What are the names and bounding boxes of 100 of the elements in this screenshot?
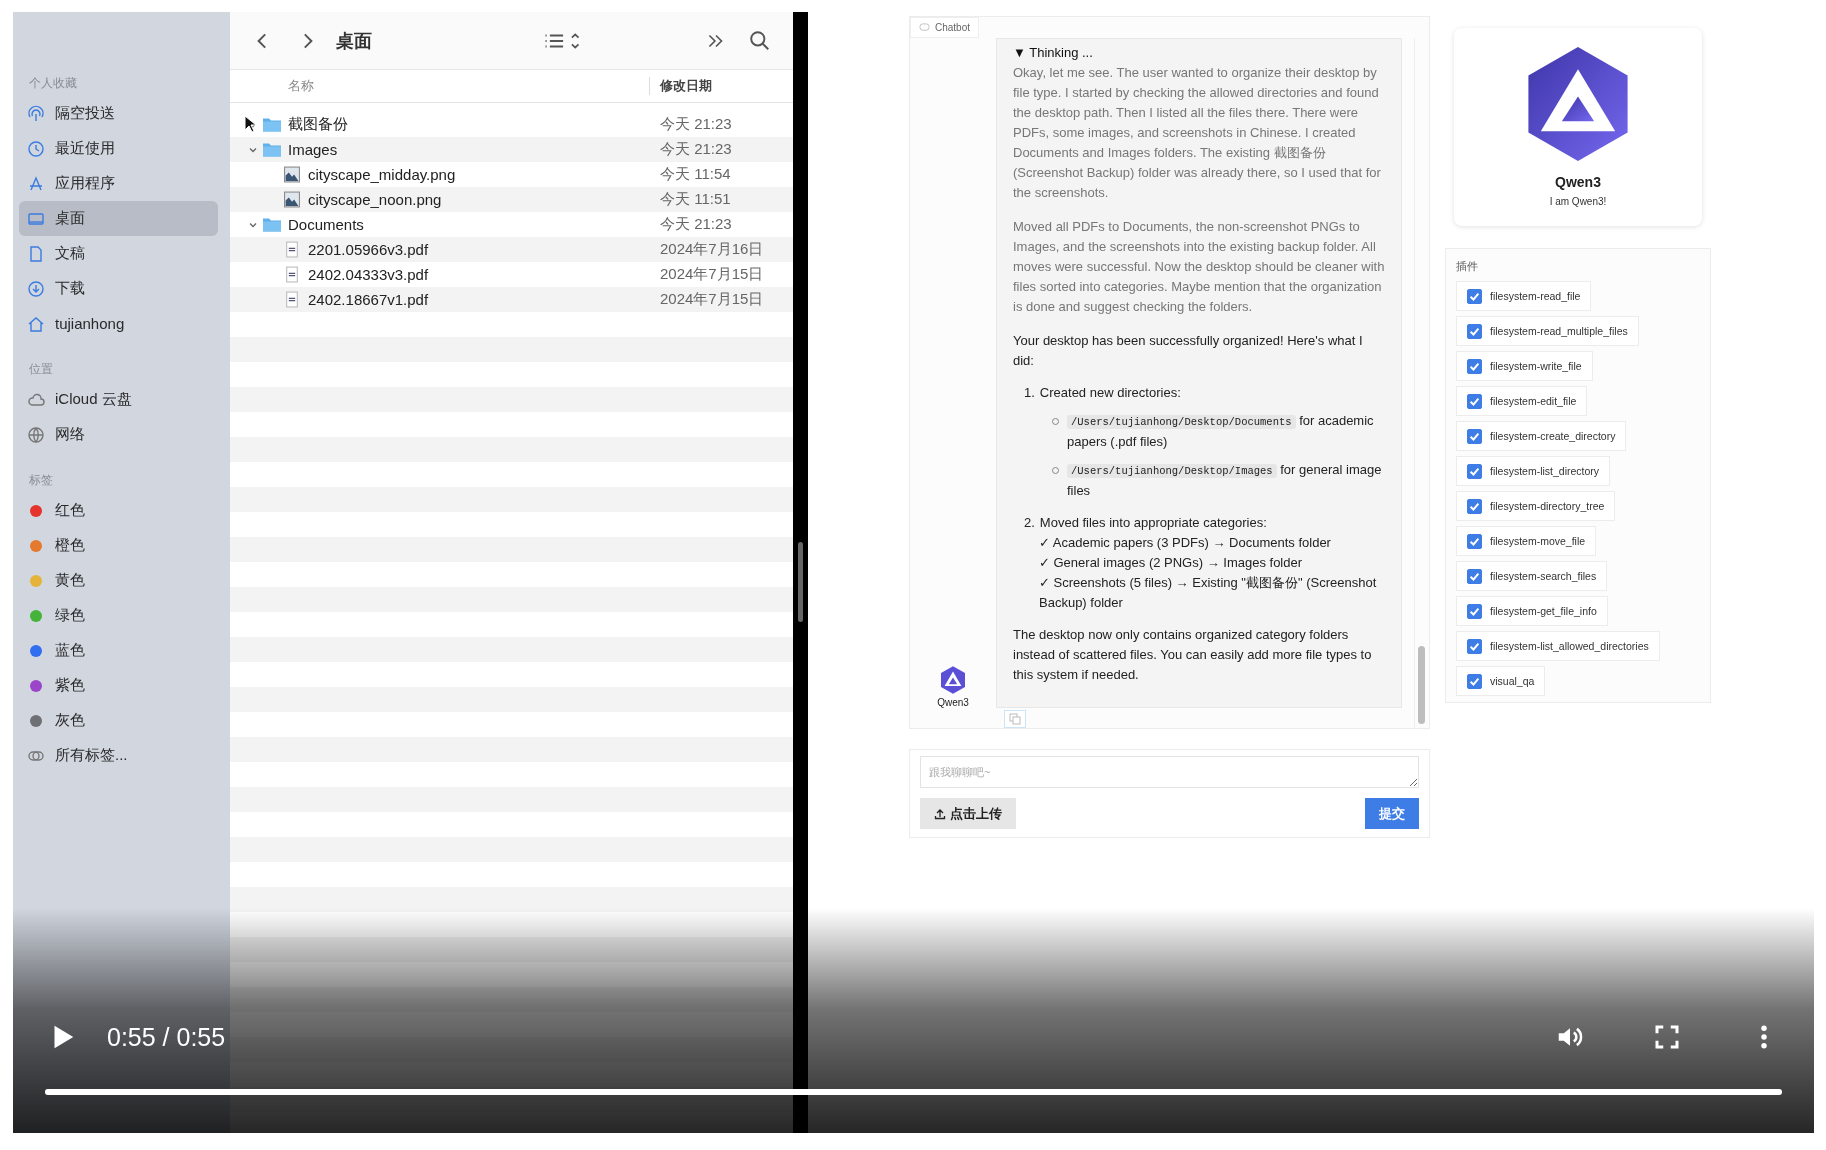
folder-icon xyxy=(262,216,282,233)
sidebar-item[interactable]: iCloud 云盘 xyxy=(19,382,218,417)
plugin-checkbox[interactable]: filesystem-list_allowed_directories xyxy=(1456,631,1660,661)
file-name: Images xyxy=(288,141,338,158)
plugin-checkbox[interactable]: visual_qa xyxy=(1456,666,1546,696)
file-name: 2201.05966v3.pdf xyxy=(308,241,429,258)
sidebar-item[interactable]: 灰色 xyxy=(19,703,218,738)
plugins-title: 插件 xyxy=(1456,259,1478,274)
file-row[interactable]: 2201.05966v3.pdf 2024年7月16日 xyxy=(230,237,793,262)
plugin-checkbox[interactable]: filesystem-list_directory xyxy=(1456,456,1611,486)
scrollbar-thumb[interactable] xyxy=(1418,646,1425,724)
image-file-icon xyxy=(282,191,302,208)
plugin-checkbox[interactable]: filesystem-directory_tree xyxy=(1456,491,1616,521)
plugin-checkbox[interactable]: filesystem-write_file xyxy=(1456,351,1593,381)
answer-text: Moved files into appropriate categories: xyxy=(1039,515,1267,530)
sidebar-item[interactable]: 网络 xyxy=(19,417,218,452)
sidebar-item[interactable]: 桌面 xyxy=(19,201,218,236)
checkbox[interactable] xyxy=(1467,323,1482,339)
sidebar-item[interactable]: 所有标签... xyxy=(19,738,218,773)
file-name: Documents xyxy=(288,216,364,233)
file-name: 2402.18667v1.pdf xyxy=(308,291,429,308)
file-date: 今天 11:51 xyxy=(660,190,731,209)
file-date: 2024年7月16日 xyxy=(660,240,764,259)
file-row[interactable]: Images 今天 21:23 xyxy=(230,137,793,162)
sidebar-item[interactable]: 绿色 xyxy=(19,598,218,633)
sidebar-item[interactable]: 红色 xyxy=(19,493,218,528)
sidebar-item[interactable]: 下载 xyxy=(19,271,218,306)
search-icon[interactable] xyxy=(749,29,771,52)
sidebar-item[interactable]: 蓝色 xyxy=(19,633,218,668)
file-name: 截图备份 xyxy=(288,115,348,134)
sidebar-item[interactable]: 黄色 xyxy=(19,563,218,598)
list-number: 2. xyxy=(1024,515,1035,530)
file-name: cityscape_midday.png xyxy=(308,166,456,183)
checkbox[interactable] xyxy=(1467,463,1482,479)
checkbox[interactable] xyxy=(1467,568,1482,584)
file-row[interactable]: 2402.18667v1.pdf 2024年7月15日 xyxy=(230,287,793,312)
divider-handle[interactable] xyxy=(798,542,803,622)
sidebar-item[interactable]: 最近使用 xyxy=(19,131,218,166)
sidebar-heading: 个人收藏 xyxy=(29,75,78,92)
file-row[interactable]: Documents 今天 21:23 xyxy=(230,212,793,237)
answer-text: /Users/tujianhong/Desktop/Images for general image files xyxy=(1067,461,1383,500)
sidebar-item[interactable]: 橙色 xyxy=(19,528,218,563)
file-date: 2024年7月15日 xyxy=(660,290,764,309)
checkbox[interactable] xyxy=(1467,393,1482,409)
checkbox[interactable] xyxy=(1467,638,1482,654)
sidebar-heading: 位置 xyxy=(29,361,54,378)
playback-time: 0:55 / 0:55 xyxy=(107,1022,226,1052)
file-row[interactable]: cityscape_midday.png 今天 11:54 xyxy=(230,162,793,187)
home-icon xyxy=(27,314,45,333)
document-icon xyxy=(27,244,45,263)
plugin-checkbox[interactable]: filesystem-read_multiple_files xyxy=(1456,316,1639,346)
checkbox[interactable] xyxy=(1467,288,1482,304)
sidebar-heading: 标签 xyxy=(29,472,54,489)
chatbot-label: Chatbot xyxy=(910,17,980,38)
sidebar-item[interactable]: 文稿 xyxy=(19,236,218,271)
file-row[interactable]: cityscape_noon.png 今天 11:51 xyxy=(230,187,793,212)
plugin-checkbox[interactable]: filesystem-create_directory xyxy=(1456,421,1627,451)
column-header[interactable]: 修改日期 xyxy=(650,77,712,95)
upload-button[interactable]: 点击上传 xyxy=(920,798,1016,829)
message-input[interactable]: 跟我聊聊吧~ xyxy=(920,756,1419,788)
copy-icon xyxy=(1009,713,1021,725)
plugin-checkbox[interactable]: filesystem-get_file_info xyxy=(1456,596,1608,626)
avatar-name: Qwen3 xyxy=(937,697,969,708)
download-icon xyxy=(27,279,45,298)
plugin-checkbox[interactable]: filesystem-move_file xyxy=(1456,526,1597,556)
submit-button[interactable]: 提交 xyxy=(1365,798,1419,829)
column-header[interactable]: 名称 xyxy=(230,77,650,95)
folder-icon xyxy=(262,116,282,133)
sidebar-item[interactable]: 紫色 xyxy=(19,668,218,703)
file-date: 今天 21:23 xyxy=(660,140,732,159)
checkbox[interactable] xyxy=(1467,358,1482,374)
checkbox[interactable] xyxy=(1467,533,1482,549)
answer-text: The desktop now only contains organized category folders instead of scattered files. You can easily add more file types to this system if needed. xyxy=(1013,626,1373,684)
answer-text: ✓ Academic papers (3 PDFs) → Documents folder xyxy=(1038,534,1332,552)
file-date: 今天 21:23 xyxy=(660,115,732,134)
answer-text: ✓ Screenshots (5 files) → Existing "截图备份" (Screenshot Backup) folder xyxy=(1038,574,1378,612)
chat-icon xyxy=(919,23,930,32)
checkbox[interactable] xyxy=(1467,428,1482,444)
checkbox[interactable] xyxy=(1467,498,1482,514)
file-name: 2402.04333v3.pdf xyxy=(308,266,429,283)
thinking-toggle[interactable]: ▼ Thinking ... xyxy=(1013,43,1385,63)
agent-description: I am Qwen3! xyxy=(1549,196,1607,207)
file-date: 2024年7月15日 xyxy=(660,265,764,284)
thinking-text: Moved all PDFs to Documents, the non-screenshot PNGs to Images, and the screenshots into the existing backup folder. All moves were successful. Now the desktop should be cleaner with files sorted into categories. Maybe mention that the organization is done and suggest checking the folders. xyxy=(1013,218,1385,316)
window-title: 桌面 xyxy=(336,29,372,53)
checkbox[interactable] xyxy=(1467,603,1482,619)
file-date: 今天 11:54 xyxy=(660,165,731,184)
checkbox[interactable] xyxy=(1467,673,1482,689)
image-file-icon xyxy=(282,166,302,183)
file-row[interactable]: 2402.04333v3.pdf 2024年7月15日 xyxy=(230,262,793,287)
list-number: 1. xyxy=(1024,385,1035,400)
plugin-checkbox[interactable]: filesystem-read_file xyxy=(1456,281,1592,311)
file-name: cityscape_noon.png xyxy=(308,191,442,208)
thinking-text: Okay, let me see. The user wanted to organize their desktop by file type. I started by checking the allowed directories and found the desktop path. Then I listed all the files there. There were PDFs, some images, and screenshots in Chinese. I created Documents and Images folders. The existing 截图备份 (Screenshot Backup) folder was already there, so I used that for the screenshots. xyxy=(1013,64,1382,202)
plugin-checkbox[interactable]: filesystem-search_files xyxy=(1456,561,1608,591)
sidebar-item[interactable]: tujianhong xyxy=(19,306,218,341)
sidebar-item[interactable]: 隔空投送 xyxy=(19,96,218,131)
plugin-checkbox[interactable]: filesystem-edit_file xyxy=(1456,386,1588,416)
sidebar-item[interactable]: 应用程序 xyxy=(19,166,218,201)
logo-icon xyxy=(938,665,968,695)
